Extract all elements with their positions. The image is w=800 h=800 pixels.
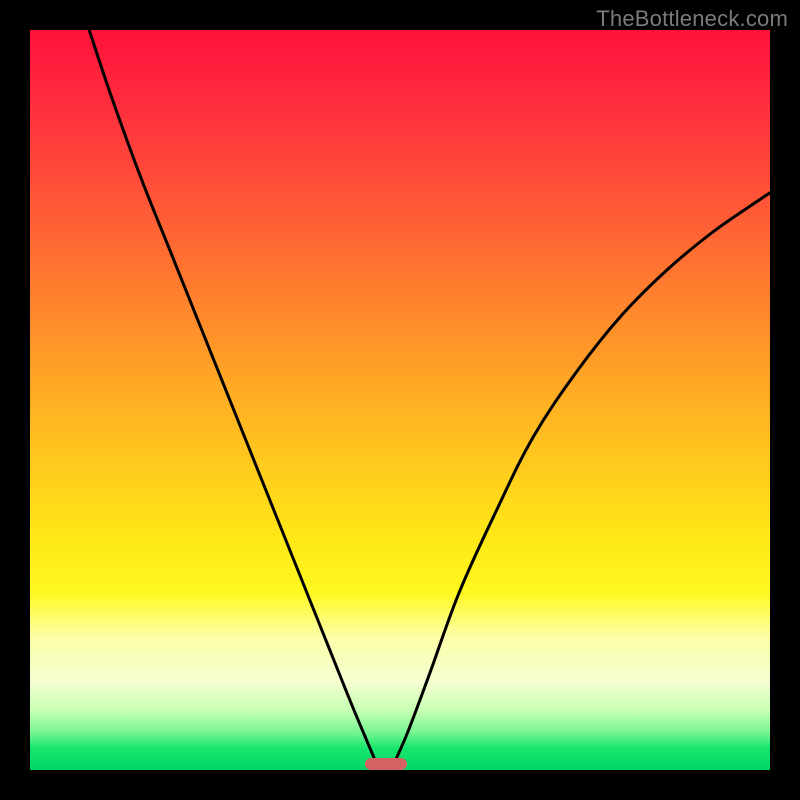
left-branch-curve	[89, 30, 378, 766]
bottleneck-marker	[365, 758, 407, 770]
plot-area	[30, 30, 770, 770]
watermark-text: TheBottleneck.com	[596, 6, 788, 32]
chart-frame: TheBottleneck.com	[0, 0, 800, 800]
right-branch-curve	[393, 193, 770, 767]
curve-layer	[30, 30, 770, 770]
